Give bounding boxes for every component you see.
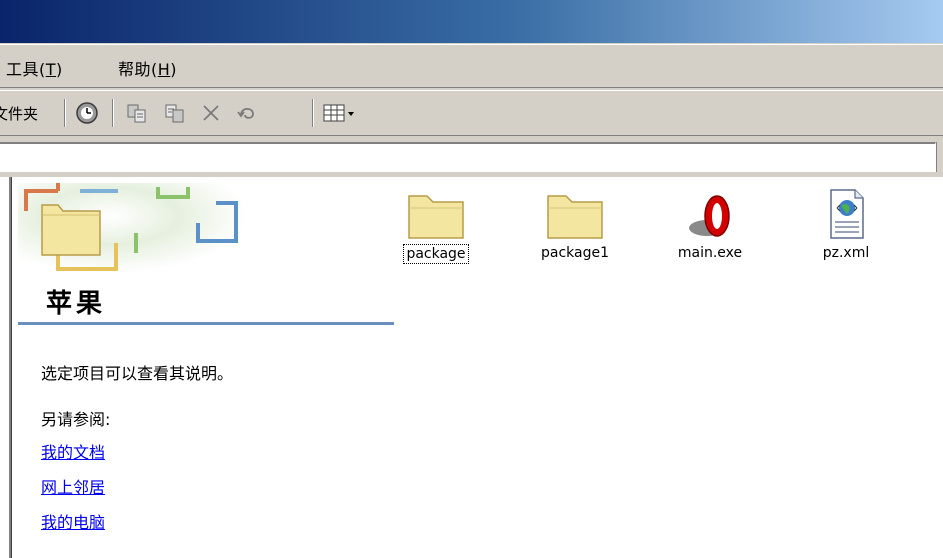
history-button[interactable] xyxy=(72,99,102,127)
see-also-label: 另请参阅: xyxy=(41,410,111,429)
folders-button[interactable]: 文件夹 xyxy=(0,103,63,124)
file-label: main.exe xyxy=(677,245,743,261)
move-to-button[interactable] xyxy=(122,99,152,127)
undo-button[interactable] xyxy=(232,99,262,127)
file-label: pz.xml xyxy=(822,245,870,261)
link-my-computer[interactable]: 我的电脑 xyxy=(41,509,105,533)
menu-help-label: 帮助( xyxy=(118,60,158,79)
history-icon xyxy=(76,102,98,124)
menu-help-paren: ) xyxy=(170,60,178,79)
menu-tools-paren: ) xyxy=(56,60,63,79)
banner-divider xyxy=(18,322,394,325)
views-icon xyxy=(323,104,354,122)
menu-help[interactable]: 帮助(H) xyxy=(118,56,177,80)
address-go-button[interactable] xyxy=(936,142,943,172)
menu-tools-label: 工具( xyxy=(6,60,46,79)
selection-hint: 选定项目可以查看其说明。 xyxy=(41,364,234,383)
menu-tools[interactable]: 工具(T) xyxy=(6,56,63,80)
folder-banner: 苹果 xyxy=(18,181,394,323)
link-network-places[interactable]: 网上邻居 xyxy=(41,474,105,498)
menu-bar: 工具(T) 帮助(H) xyxy=(0,44,943,88)
folder-icon xyxy=(408,195,464,239)
file-label: package1 xyxy=(540,245,609,261)
file-item-pz-xml[interactable]: pz.xml xyxy=(796,188,896,262)
delete-button[interactable] xyxy=(196,99,226,127)
menu-help-accelerator: H xyxy=(157,60,171,79)
copy-to-button[interactable] xyxy=(160,99,190,127)
views-button[interactable] xyxy=(320,99,364,127)
title-bar[interactable] xyxy=(0,0,943,43)
xml-document-icon xyxy=(830,189,864,239)
file-item-package1[interactable]: package1 xyxy=(525,188,625,262)
address-bar xyxy=(0,138,943,176)
menu-tools-accelerator: T xyxy=(45,60,57,79)
web-view-panel: 苹果 选定项目可以查看其说明。 另请参阅: 我的文档 网上邻居 我的电脑 xyxy=(18,181,394,558)
folder-icon xyxy=(547,195,603,239)
link-my-documents[interactable]: 我的文档 xyxy=(41,439,105,463)
file-label: package xyxy=(403,244,469,264)
undo-icon xyxy=(237,107,254,119)
file-item-package[interactable]: package xyxy=(386,188,486,264)
toolbar: 文件夹 xyxy=(0,90,943,136)
delete-icon xyxy=(203,105,219,121)
address-input[interactable] xyxy=(0,142,936,172)
opera-exe-icon xyxy=(689,195,730,237)
toolbar-separator xyxy=(312,99,314,127)
copy-to-icon xyxy=(165,104,184,123)
move-to-icon xyxy=(127,104,146,123)
view-border xyxy=(9,177,12,558)
folders-button-label: 文件夹 xyxy=(0,105,39,123)
toolbar-separator xyxy=(64,99,66,127)
folder-title: 苹果 xyxy=(46,289,107,319)
toolbar-separator xyxy=(112,99,114,127)
file-item-main-exe[interactable]: main.exe xyxy=(660,188,760,262)
